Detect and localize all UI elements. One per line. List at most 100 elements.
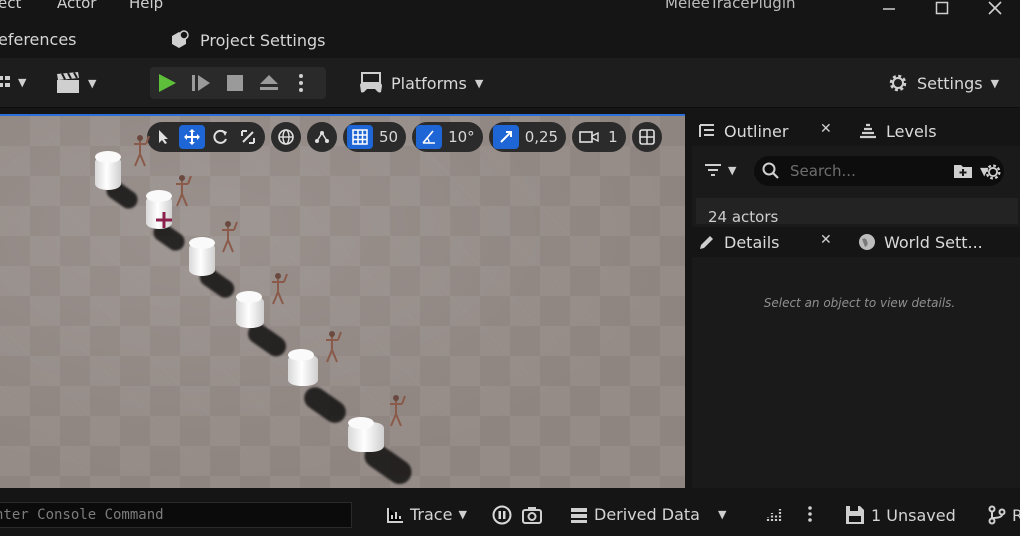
project-settings-icon: [172, 30, 189, 48]
scale-icon: [241, 130, 255, 144]
add-folder-icon[interactable]: [953, 163, 973, 179]
mode-dropdown[interactable]: ▼: [0, 74, 26, 90]
level-viewport[interactable]: 50 10° 0,25 1: [0, 116, 685, 488]
scale-snap-group: 0,25: [488, 122, 567, 152]
step-icon: [192, 75, 210, 91]
project-settings-button[interactable]: Project Settings: [168, 30, 325, 50]
layout-icon: [638, 129, 655, 145]
pillar-shadow: [299, 382, 351, 428]
pillar[interactable]: [236, 291, 264, 328]
search-input[interactable]: [790, 160, 950, 182]
tab-world-settings[interactable]: World Sett...: [858, 227, 983, 257]
character-mesh[interactable]: [170, 174, 194, 208]
minimize-icon[interactable]: [877, 0, 901, 18]
eject-button[interactable]: [252, 67, 286, 99]
scale-snap-toggle[interactable]: [492, 125, 519, 149]
chevron-down-icon: ▼: [990, 76, 1000, 90]
character-mesh[interactable]: [320, 330, 344, 364]
pillar[interactable]: [288, 349, 318, 386]
tab-outliner[interactable]: Outliner: [698, 116, 788, 146]
right-panel: Outliner ✕ Levels ▼ ▼ 24 actors Details …: [692, 116, 1020, 488]
references-button[interactable]: eferences: [0, 30, 77, 49]
translate-tool-button[interactable]: [179, 125, 205, 149]
transform-tools: [147, 122, 265, 152]
menu-help[interactable]: Help: [129, 0, 163, 12]
menu-actor[interactable]: Actor: [57, 0, 96, 12]
world-local-toggle[interactable]: [271, 122, 301, 152]
gear-icon[interactable]: [983, 162, 1003, 182]
select-tool-button[interactable]: [151, 125, 177, 149]
chevron-down-icon: ▼: [458, 508, 467, 521]
tab-levels[interactable]: Levels: [858, 116, 937, 146]
play-button[interactable]: [150, 67, 184, 99]
maximize-icon[interactable]: [930, 0, 954, 18]
scale-arrow-icon: [499, 131, 512, 143]
gear-icon: [889, 74, 907, 92]
pillar[interactable]: [95, 151, 121, 190]
actor-count-bar: 24 actors: [696, 198, 1018, 224]
character-mesh[interactable]: [384, 394, 408, 428]
console-box[interactable]: [0, 502, 352, 528]
move-arrows-icon: [184, 129, 200, 145]
derived-data-dropdown[interactable]: Derived Data ▼: [570, 505, 726, 524]
trace-dropdown[interactable]: Trace ▼: [386, 505, 467, 524]
camera-speed-group[interactable]: 1: [572, 122, 626, 152]
activity-button[interactable]: [766, 505, 784, 523]
chevron-down-icon: ▼: [474, 76, 484, 90]
console-input[interactable]: [0, 505, 345, 525]
filter-dropdown[interactable]: ▼: [704, 163, 736, 177]
project-settings-label: Project Settings: [200, 30, 326, 50]
grid-snap-toggle[interactable]: [347, 125, 373, 149]
scale-tool-button[interactable]: [235, 125, 261, 149]
character-mesh[interactable]: [266, 272, 290, 306]
settings-label: Settings: [917, 73, 983, 93]
pivot-crosshair-icon: [156, 212, 172, 228]
menu-edit[interactable]: ect: [0, 0, 21, 12]
screenshot-button[interactable]: [521, 505, 543, 525]
filter-icon: [705, 164, 721, 176]
pencil-icon: [700, 236, 713, 249]
surface-snapping-button[interactable]: [307, 122, 337, 152]
trace-icon: [387, 507, 403, 523]
details-tab-label: Details: [724, 232, 780, 252]
advance-frame-button[interactable]: [184, 67, 218, 99]
settings-dropdown[interactable]: Settings ▼: [887, 72, 999, 94]
record-button[interactable]: [492, 505, 512, 525]
character-mesh[interactable]: [128, 134, 152, 168]
pillar[interactable]: [348, 417, 384, 452]
revision-label: R: [1012, 505, 1020, 525]
angle-snap-value[interactable]: 10°: [444, 128, 479, 146]
camera-icon: [576, 125, 602, 149]
branch-icon: [988, 505, 1006, 525]
database-icon: [571, 507, 587, 523]
tab-details[interactable]: Details: [698, 227, 779, 257]
close-icon[interactable]: ✕: [820, 232, 832, 248]
activity-icon: [766, 509, 782, 521]
grid-snap-value[interactable]: 50: [375, 128, 402, 146]
scale-snap-value[interactable]: 0,25: [521, 128, 562, 146]
more-options-button[interactable]: [807, 505, 813, 523]
more-vertical-icon: [299, 74, 303, 92]
stop-icon: [227, 75, 243, 91]
window-title: MeleeTracePlugin: [665, 0, 796, 12]
angle-snap-toggle[interactable]: [416, 125, 443, 149]
title-bar: ect Actor Help MeleeTracePlugin: [0, 0, 1020, 18]
cinematics-dropdown[interactable]: ▼: [56, 72, 96, 94]
grid-snap-group: 50: [343, 122, 407, 152]
world-settings-tab-label: World Sett...: [884, 232, 983, 252]
world-icon: [859, 234, 875, 250]
rotate-tool-button[interactable]: [207, 125, 233, 149]
pillar[interactable]: [189, 237, 215, 276]
close-icon[interactable]: ✕: [820, 121, 832, 137]
viewport-layout-button[interactable]: [631, 122, 662, 152]
unsaved-button[interactable]: 1 Unsaved: [845, 505, 956, 525]
angle-icon: [422, 130, 436, 144]
camera-speed-value: 1: [608, 128, 618, 146]
revision-control-button[interactable]: R: [988, 505, 1020, 525]
close-icon[interactable]: [983, 0, 1007, 18]
character-mesh[interactable]: [216, 220, 240, 254]
stop-button[interactable]: [218, 67, 252, 99]
platforms-dropdown[interactable]: Platforms ▼: [359, 72, 483, 94]
play-options-button[interactable]: [286, 67, 316, 99]
secondary-menu-bar: eferences Project Settings: [0, 18, 1020, 58]
